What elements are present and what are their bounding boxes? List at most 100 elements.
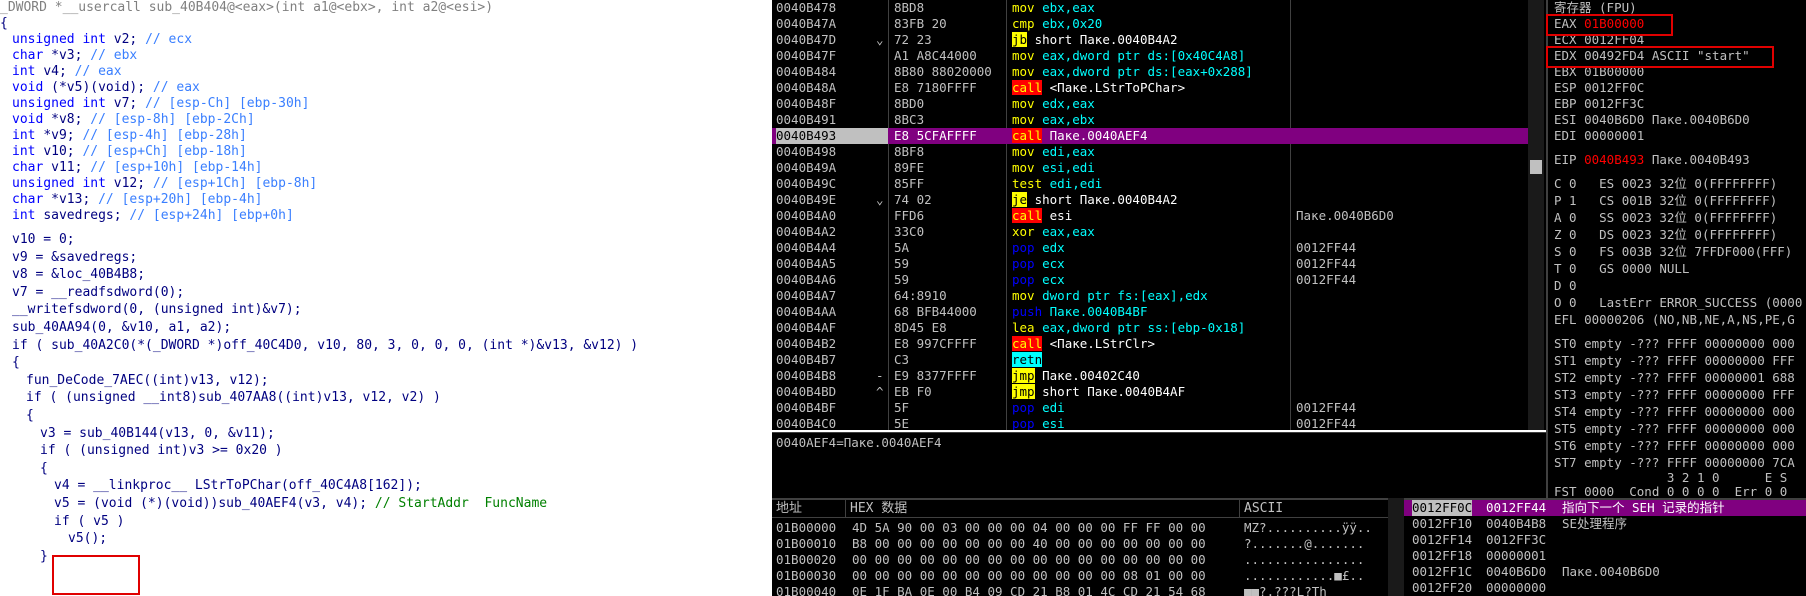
flag-row[interactable]: T 0 GS 0000 NULL: [1554, 261, 1689, 277]
disassembly-panel[interactable]: 0040B478 8BD8 mov ebx,eax 0040B47A 83FB 20 cm…: [772, 0, 1546, 430]
code-line[interactable]: v7 = __readfsdword(0);: [12, 285, 184, 301]
fpu-row[interactable]: ST2 empty -??? FFFF 00000001 688: [1554, 370, 1795, 386]
disasm-row[interactable]: 0040B48F 8BD0 mov edx,eax: [772, 96, 1532, 112]
fpu-row[interactable]: ST3 empty -??? FFFF 00000000 FFF: [1554, 387, 1795, 403]
disasm-row[interactable]: 0040B4BF 5F pop edi 0012FF44: [772, 400, 1532, 416]
code-line[interactable]: }: [40, 549, 48, 565]
disasm-row[interactable]: 0040B4AA 68 BFB44000 push Пакe.0040B4BF: [772, 304, 1532, 320]
stack-row[interactable]: 0012FF18 00000001: [1404, 548, 1806, 564]
code-line[interactable]: if ( sub_40A2C0(*(_DWORD *)off_40C4D0, v…: [12, 338, 638, 354]
code-line[interactable]: v3 = sub_40B144(v13, 0, &v11);: [40, 426, 275, 442]
dump-col-address[interactable]: 地址: [772, 500, 846, 518]
flag-row[interactable]: P 1 CS 001B 32位 0(FFFFFFFF): [1554, 193, 1777, 209]
dump-row[interactable]: 01B00010 B8 00 00 00 00 00 00 00 40 00 00…: [772, 536, 1392, 552]
dump-scrollbar[interactable]: [1388, 498, 1404, 596]
registers-panel[interactable]: 寄存器 (FPU) EAX 01B00000 ECX 0012FF04 EDX …: [1546, 0, 1806, 498]
register-eip[interactable]: EIP 0040B493 Пакe.0040B493: [1554, 152, 1750, 168]
disasm-row[interactable]: 0040B484 8B80 88020000 mov eax,dword ptr d…: [772, 64, 1532, 80]
fpu-row[interactable]: ST1 empty -??? FFFF 00000000 FFF: [1554, 353, 1795, 369]
disasm-row[interactable]: 0040B4A4 5A pop edx 0012FF44: [772, 240, 1532, 256]
disasm-row[interactable]: 0040B4B7 C3 retn: [772, 352, 1532, 368]
disasm-row[interactable]: 0040B47A 83FB 20 cmp ebx,0x20: [772, 16, 1532, 32]
hex-dump-panel[interactable]: 地址 HEX 数据 ASCII 01B00000 4D 5A 90 00 03 0…: [772, 498, 1392, 596]
disasm-row[interactable]: 0040B491 8BC3 mov eax,ebx: [772, 112, 1532, 128]
disasm-row[interactable]: 0040B493 E8 5CFAFFFF call Пакe.0040AEF4: [772, 128, 1532, 144]
disasm-row[interactable]: 0040B49A 89FE mov esi,edi: [772, 160, 1532, 176]
fpu-row[interactable]: ST7 empty -??? FFFF 00000000 7CA: [1554, 455, 1795, 471]
disasm-row[interactable]: 0040B4A2 33C0 xor eax,eax: [772, 224, 1532, 240]
disasm-row[interactable]: 0040B4B8 - E9 8377FFFF jmp Пакe.00402C40: [772, 368, 1532, 384]
disasm-row[interactable]: 0040B4A6 59 pop ecx 0012FF44: [772, 272, 1532, 288]
fpu-row[interactable]: ST4 empty -??? FFFF 00000000 000: [1554, 404, 1795, 420]
fpu-row[interactable]: ST0 empty -??? FFFF 00000000 000: [1554, 336, 1795, 352]
dump-col-hex[interactable]: HEX 数据: [846, 500, 1240, 518]
disasm-row[interactable]: 0040B4A7 64:8910 mov dword ptr fs:[eax],ed…: [772, 288, 1532, 304]
fpu-row[interactable]: ST5 empty -??? FFFF 00000000 000: [1554, 421, 1795, 437]
stack-row[interactable]: 0012FF10 0040B4B8 SE处理程序: [1404, 516, 1806, 532]
stack-panel[interactable]: 0012FF0C 0012FF44 指向下一个 SEH 记录的指针 0012FF10 0…: [1404, 498, 1806, 596]
stack-row[interactable]: 0012FF20 00000000: [1404, 580, 1806, 596]
code-line[interactable]: {: [40, 461, 48, 477]
code-line[interactable]: v9 = &savedregs;: [12, 250, 137, 266]
code-line[interactable]: v5();: [68, 531, 107, 547]
disasm-row[interactable]: 0040B498 8BF8 mov edi,eax: [772, 144, 1532, 160]
declaration-line[interactable]: int savedregs; // [esp+24h] [ebp+0h]: [12, 208, 294, 224]
register-edi[interactable]: EDI 00000001: [1554, 128, 1644, 144]
code-line[interactable]: if ( (unsigned __int8)sub_407AA8((int)v1…: [26, 390, 441, 406]
fpu-row[interactable]: ST6 empty -??? FFFF 00000000 000: [1554, 438, 1795, 454]
disasm-row[interactable]: 0040B4BD ^ EB F0 jmp short Пакe.0040B4AF: [772, 384, 1532, 400]
code-line[interactable]: __writefsdword(0, (unsigned int)&v7);: [12, 302, 302, 318]
register-esp[interactable]: ESP 0012FF0C: [1554, 80, 1644, 96]
pseudocode-panel[interactable]: _DWORD *__usercall sub_40B404@<eax>(int …: [0, 0, 770, 596]
disasm-row[interactable]: 0040B4A0 FFD6 call esi Пакe.0040B6D0: [772, 208, 1532, 224]
stack-row[interactable]: 0012FF0C 0012FF44 指向下一个 SEH 记录的指针: [1404, 500, 1806, 516]
stack-row[interactable]: 0012FF1C 0040B6D0 Пакe.0040B6D0: [1404, 564, 1806, 580]
declaration-line[interactable]: void (*v5)(void); // eax: [12, 80, 200, 96]
flag-row[interactable]: D 0: [1554, 278, 1577, 294]
flag-row[interactable]: A 0 SS 0023 32位 0(FFFFFFFF): [1554, 210, 1777, 226]
declaration-line[interactable]: unsigned int v7; // [esp-Ch] [ebp-30h]: [12, 96, 309, 112]
code-line[interactable]: if ( (unsigned int)v3 >= 0x20 ): [40, 443, 283, 459]
code-line[interactable]: v10 = 0;: [12, 232, 75, 248]
disasm-row[interactable]: 0040B47D ⌄ 72 23 jb short Пакe.0040B4A2: [772, 32, 1532, 48]
code-line[interactable]: {: [12, 355, 20, 371]
code-line[interactable]: sub_40AA94(0, &v10, a1, a2);: [12, 320, 231, 336]
declaration-line[interactable]: unsigned int v2; // ecx: [12, 32, 192, 48]
dump-row[interactable]: 01B00020 00 00 00 00 00 00 00 00 00 00 00…: [772, 552, 1392, 568]
flag-row[interactable]: Z 0 DS 0023 32位 0(FFFFFFFF): [1554, 227, 1777, 243]
declaration-line[interactable]: void *v8; // [esp-8h] [ebp-2Ch]: [12, 112, 255, 128]
declaration-line[interactable]: int *v9; // [esp-4h] [ebp-28h]: [12, 128, 247, 144]
flag-row[interactable]: C 0 ES 0023 32位 0(FFFFFFFF): [1554, 176, 1777, 192]
dump-row[interactable]: 01B00040 0E 1F BA 0E 00 B4 09 CD 21 B8 01…: [772, 584, 1392, 596]
declaration-line[interactable]: int v10; // [esp+Ch] [ebp-18h]: [12, 144, 247, 160]
flag-row[interactable]: O 0 LastErr ERROR_SUCCESS (0000: [1554, 295, 1802, 311]
dump-row[interactable]: 01B00030 00 00 00 00 00 00 00 00 00 00 00…: [772, 568, 1392, 584]
disasm-row[interactable]: 0040B478 8BD8 mov ebx,eax: [772, 0, 1532, 16]
disasm-row[interactable]: 0040B4AF 8D45 E8 lea eax,dword ptr ss:[ebp…: [772, 320, 1532, 336]
disasm-row[interactable]: 0040B47F A1 A8C44000 mov eax,dword ptr ds:…: [772, 48, 1532, 64]
disasm-row[interactable]: 0040B48A E8 7180FFFF call <Пакe.LStrToPCha…: [772, 80, 1532, 96]
disasm-row[interactable]: 0040B49C 85FF test edi,edi: [772, 176, 1532, 192]
declaration-line[interactable]: char *v13; // [esp+20h] [ebp-4h]: [12, 192, 262, 208]
code-line[interactable]: {: [26, 408, 34, 424]
dump-col-ascii[interactable]: ASCII: [1240, 500, 1392, 518]
disassembly-scrollbar[interactable]: [1528, 0, 1544, 430]
stack-row[interactable]: 0012FF14 0012FF3C: [1404, 532, 1806, 548]
register-efl[interactable]: EFL 00000206 (NO,NB,NE,A,NS,PE,G: [1554, 312, 1795, 328]
disasm-row[interactable]: 0040B49E ⌄ 74 02 je short Пакe.0040B4A2: [772, 192, 1532, 208]
code-line[interactable]: v8 = &loc_40B4B8;: [12, 267, 145, 283]
code-line[interactable]: v5 = (void (*)(void))sub_40AEF4(v3, v4);…: [54, 496, 547, 512]
flag-row[interactable]: S 0 FS 003B 32位 7FFDF000(FFF): [1554, 244, 1792, 260]
code-line[interactable]: fun_DeCode_7AEC((int)v13, v12);: [26, 373, 269, 389]
declaration-line[interactable]: char v11; // [esp+10h] [ebp-14h]: [12, 160, 262, 176]
register-ebp[interactable]: EBP 0012FF3C: [1554, 96, 1644, 112]
code-line[interactable]: if ( v5 ): [54, 514, 124, 530]
disasm-row[interactable]: 0040B4C0 5E pop esi 0012FF44: [772, 416, 1532, 430]
declaration-line[interactable]: int v4; // eax: [12, 64, 122, 80]
declaration-line[interactable]: unsigned int v12; // [esp+1Ch] [ebp-8h]: [12, 176, 317, 192]
disasm-row[interactable]: 0040B4A5 59 pop ecx 0012FF44: [772, 256, 1532, 272]
dump-row[interactable]: 01B00000 4D 5A 90 00 03 00 00 00 04 00 00…: [772, 520, 1392, 536]
disasm-row[interactable]: 0040B4B2 E8 997CFFFF call <Пакe.LStrClr>: [772, 336, 1532, 352]
scrollbar-thumb[interactable]: [1530, 160, 1542, 174]
code-line[interactable]: v4 = __linkproc__ LStrToPChar(off_40C4A8…: [54, 478, 422, 494]
